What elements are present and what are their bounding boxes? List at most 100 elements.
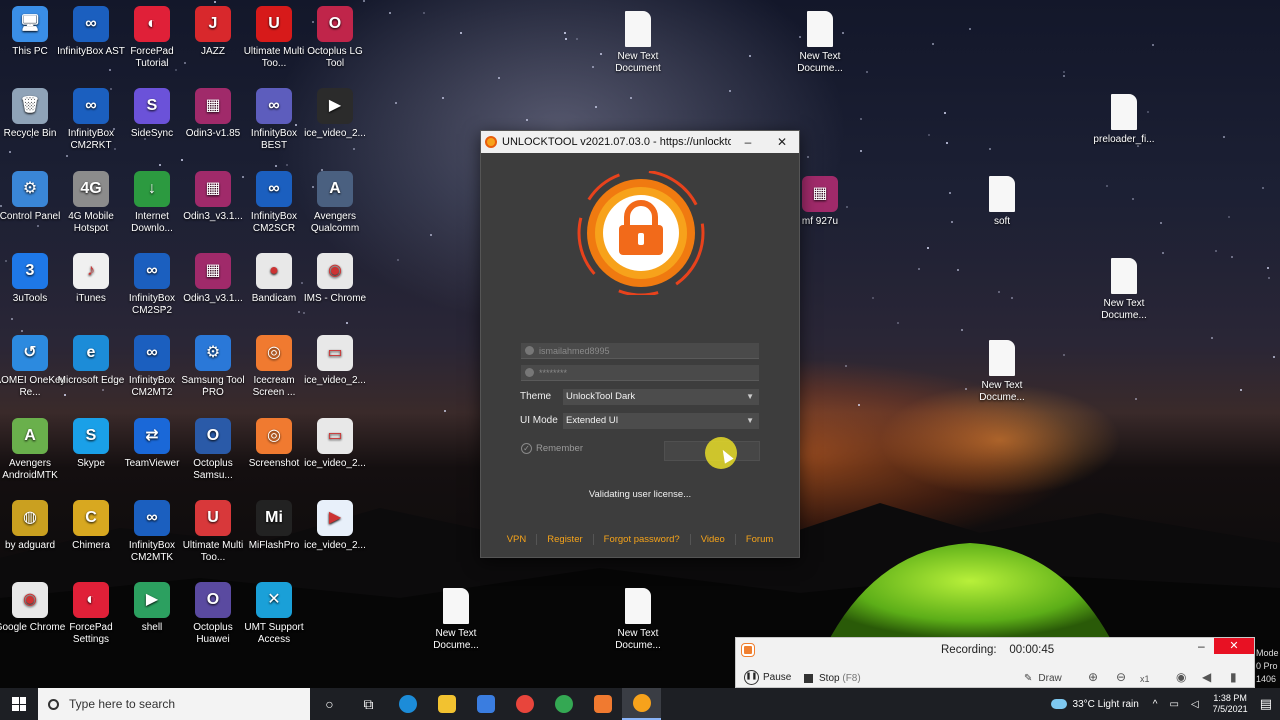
uimode-value: Extended UI <box>566 415 619 426</box>
desktop-file-icon[interactable]: preloader_fi... <box>1088 88 1160 166</box>
desktop-icon-label: New Text Docume... <box>433 628 479 651</box>
desktop-icon[interactable]: ▶ ice_video_2... <box>299 82 371 160</box>
star <box>989 147 992 150</box>
app-icon: ∞ <box>256 88 292 125</box>
footer-link[interactable]: Forgot password? <box>592 534 690 545</box>
star <box>1105 185 1108 188</box>
clock-date: 7/5/2021 <box>1212 704 1248 714</box>
star <box>1228 216 1231 219</box>
star <box>1152 44 1155 47</box>
desktop-icon[interactable]: ▶ ice_video_2... <box>299 494 371 572</box>
app-icon: A <box>12 417 48 454</box>
chevron-up-icon[interactable]: ^ <box>1153 699 1158 710</box>
app-icon: ◎ <box>256 417 292 454</box>
recording-time: 00:00:45 <box>1009 644 1055 656</box>
desktop-icon[interactable]: ▭ ice_video_2... <box>299 329 371 407</box>
desktop-file-icon[interactable]: New Text Docume... <box>602 582 674 660</box>
app-icon: ∞ <box>256 170 292 207</box>
task-view-button[interactable]: ⧉ <box>349 688 388 720</box>
pause-button[interactable]: ❚❚ Pause <box>744 670 791 685</box>
system-tray: 33°C Light rain ^ ▭ ◁ 1:38 PM 7/5/2021 ▤ <box>1050 688 1280 720</box>
chrome-icon <box>515 695 534 713</box>
speaker-icon[interactable]: ◀ <box>1202 670 1211 684</box>
minimize-button[interactable]: – <box>731 135 765 149</box>
app-icon: ∞ <box>134 499 170 536</box>
taskbar-chrome-ims[interactable] <box>544 688 583 720</box>
taskbar-edge[interactable] <box>388 688 427 720</box>
star <box>1261 187 1264 190</box>
star <box>396 258 399 261</box>
desktop-file-icon[interactable]: New Text Docume... <box>966 334 1038 412</box>
search-placeholder: Type here to search <box>69 697 176 711</box>
footer-link[interactable]: Video <box>689 534 735 545</box>
star <box>1210 337 1213 340</box>
star <box>897 321 900 324</box>
stop-button[interactable]: Stop (F8) <box>804 673 861 684</box>
app-icon: S <box>134 88 170 125</box>
unlocktool-titlebar[interactable]: UNLOCKTOOL v2021.07.03.0 - https://unloc… <box>481 131 799 153</box>
uimode-select[interactable]: Extended UI ▼ <box>563 413 759 429</box>
notification-icon[interactable]: ▤ <box>1260 696 1272 712</box>
footer-link[interactable]: VPN <box>497 534 537 545</box>
cortana-button[interactable]: ○ <box>310 688 349 720</box>
remember-checkbox[interactable]: ✓ Remember <box>521 443 583 454</box>
folder-icon <box>437 695 456 713</box>
desktop-file-icon[interactable]: New Text Docume... <box>420 582 492 660</box>
desktop-file-icon[interactable]: soft <box>966 170 1038 248</box>
microphone-icon[interactable]: ▮ <box>1230 670 1237 684</box>
star <box>969 28 972 30</box>
zoom-out-icon[interactable]: ⊖ <box>1116 670 1126 684</box>
username-value: ismailahmed8995 <box>539 346 610 356</box>
stop-icon <box>804 674 813 683</box>
chevron-down-icon: ▼ <box>746 392 754 401</box>
desktop-icon[interactable]: ▭ ice_video_2... <box>299 412 371 490</box>
password-field[interactable]: ******** <box>521 365 759 381</box>
desktop-icon[interactable]: ✕ UMT Support Access <box>238 576 310 654</box>
status-message: Validating user license... <box>588 489 692 500</box>
recorder-close-button[interactable]: ✕ <box>1214 638 1254 654</box>
desktop-file-icon[interactable]: New Text Document <box>602 5 674 83</box>
desktop-icon[interactable]: ◉ IMS - Chrome <box>299 247 371 325</box>
taskbar-search-box[interactable]: Type here to search <box>38 688 310 720</box>
app-icon: J <box>195 6 231 42</box>
taskbar-unlocktool[interactable] <box>622 688 661 720</box>
desktop-file-icon[interactable]: New Text Docume... <box>1088 252 1160 330</box>
taskbar-chrome[interactable] <box>505 688 544 720</box>
edge-text-2: 0 Pro <box>1256 661 1278 671</box>
theme-select[interactable]: UnlockTool Dark ▼ <box>563 389 759 405</box>
start-button[interactable] <box>0 688 38 720</box>
taskbar: Type here to search ○ ⧉ 33°C Light rain … <box>0 688 1280 720</box>
desktop-file-icon[interactable]: New Text Docume... <box>784 5 856 83</box>
app-icon: ▭ <box>317 417 353 454</box>
taskbar-file-explorer[interactable] <box>427 688 466 720</box>
recorder-minimize-button[interactable]: – <box>1198 639 1205 653</box>
footer-link[interactable]: Register <box>536 534 592 545</box>
stop-shortcut: (F8) <box>842 673 861 684</box>
username-field[interactable]: ismailahmed8995 <box>521 343 759 359</box>
draw-button[interactable]: ✎ Draw <box>1024 673 1062 684</box>
star <box>389 12 392 15</box>
volume-icon[interactable]: ◁ <box>1191 699 1199 710</box>
document-icon <box>807 11 833 47</box>
unlocktool-app-icon <box>485 136 497 148</box>
weather-widget[interactable]: 33°C Light rain <box>1050 698 1139 710</box>
star <box>564 37 567 40</box>
star <box>866 70 869 73</box>
weather-text: 33°C Light rain <box>1072 698 1139 710</box>
check-icon: ✓ <box>521 443 532 454</box>
network-icon[interactable]: ▭ <box>1170 699 1179 710</box>
footer-link[interactable]: Forum <box>734 534 783 545</box>
star <box>1214 250 1217 253</box>
close-button[interactable]: ✕ <box>765 135 799 149</box>
taskbar-store[interactable] <box>466 688 505 720</box>
app-icon: e <box>73 335 109 372</box>
pause-icon: ❚❚ <box>744 670 759 685</box>
taskbar-icecream[interactable] <box>583 688 622 720</box>
star <box>845 365 848 368</box>
desktop-icon[interactable]: A Avengers Qualcomm <box>299 165 371 243</box>
star <box>1239 389 1242 392</box>
zoom-in-icon[interactable]: ⊕ <box>1088 670 1098 684</box>
clock[interactable]: 1:38 PM 7/5/2021 <box>1213 693 1248 715</box>
desktop-icon[interactable]: O Octoplus LG Tool <box>299 0 371 78</box>
webcam-icon[interactable]: ◉ <box>1176 670 1186 684</box>
